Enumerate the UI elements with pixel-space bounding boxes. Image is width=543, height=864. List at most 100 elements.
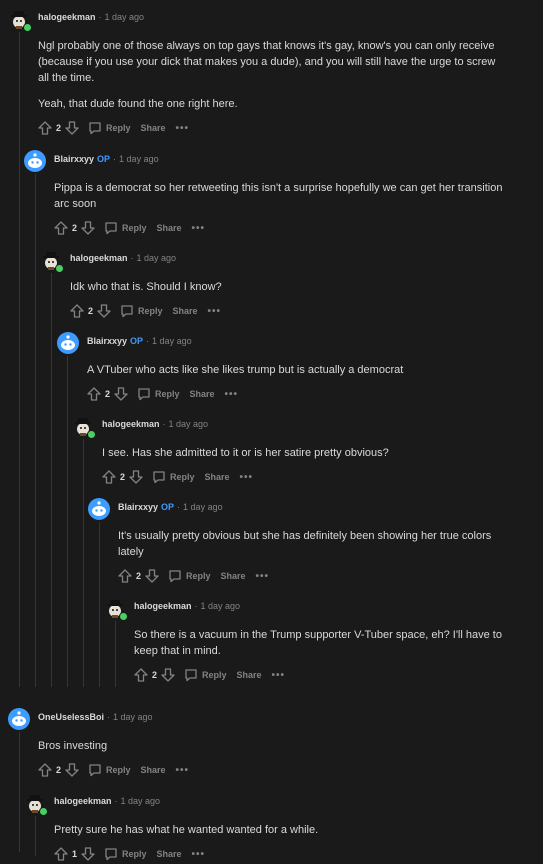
reply-button[interactable]: Reply — [152, 470, 195, 484]
comment: halogeekman · 1 day ago Ngl probably one o… — [8, 8, 508, 138]
upvote-icon[interactable] — [87, 387, 101, 401]
snoo-default-avatar[interactable] — [88, 498, 110, 520]
snoo-hat-avatar[interactable] — [8, 8, 32, 32]
snoo-hat-avatar[interactable] — [104, 597, 128, 621]
comment-actions: 2 Reply Share ••• — [70, 301, 510, 321]
downvote-icon[interactable] — [114, 387, 128, 401]
snoo-hat-avatar[interactable] — [24, 792, 48, 816]
snoo-hat-avatar[interactable] — [72, 415, 96, 439]
username[interactable]: Blairxxyy — [118, 502, 158, 512]
vote-score: 2 — [152, 670, 158, 680]
share-button[interactable]: Share — [190, 389, 215, 399]
thread-line[interactable] — [51, 273, 52, 687]
more-options-icon[interactable]: ••• — [192, 223, 206, 234]
reply-button[interactable]: Reply — [88, 121, 131, 135]
timestamp[interactable]: 1 day ago — [137, 253, 177, 263]
upvote-icon[interactable] — [70, 304, 84, 318]
more-options-icon[interactable]: ••• — [272, 670, 286, 681]
comment: halogeekman · 1 day ago Pretty sure he has… — [24, 792, 514, 864]
comment-actions: 2 Reply Share ••• — [38, 760, 508, 780]
timestamp[interactable]: 1 day ago — [113, 712, 153, 722]
more-options-icon[interactable]: ••• — [176, 123, 190, 134]
reply-button[interactable]: Reply — [104, 221, 147, 235]
downvote-icon[interactable] — [161, 668, 175, 682]
upvote-icon[interactable] — [54, 847, 68, 861]
comment-text: I see. Has she admitted to it or is her … — [102, 447, 389, 459]
online-status-icon — [23, 23, 32, 32]
downvote-icon[interactable] — [145, 569, 159, 583]
share-button[interactable]: Share — [205, 472, 230, 482]
comment-text: Bros investing — [38, 740, 108, 752]
online-status-icon — [87, 430, 96, 439]
comment-body: Pippa is a democrat so her retweeting th… — [54, 180, 514, 212]
comment: halogeekman · 1 day ago Idk who that is. S… — [40, 249, 510, 321]
more-options-icon[interactable]: ••• — [240, 472, 254, 483]
upvote-icon[interactable] — [38, 763, 52, 777]
downvote-icon[interactable] — [65, 121, 79, 135]
more-options-icon[interactable]: ••• — [192, 849, 206, 860]
separator-dot: · — [114, 796, 118, 806]
timestamp[interactable]: 1 day ago — [105, 12, 145, 22]
online-status-icon — [39, 807, 48, 816]
comment: Blairxxyy OP · 1 day ago Pippa is a democra… — [24, 150, 514, 238]
snoo-default-avatar[interactable] — [8, 708, 30, 730]
downvote-icon[interactable] — [129, 470, 143, 484]
more-options-icon[interactable]: ••• — [208, 306, 222, 317]
comment: halogeekman · 1 day ago So there is a vacu… — [104, 597, 504, 685]
comment-actions: 2 Reply Share ••• — [134, 665, 504, 685]
thread-line[interactable] — [67, 356, 68, 687]
username[interactable]: halogeekman — [102, 419, 160, 429]
reply-button[interactable]: Reply — [137, 387, 180, 401]
comment: Blairxxyy OP · 1 day ago A VTuber who acts … — [57, 332, 517, 404]
username[interactable]: halogeekman — [54, 796, 112, 806]
reply-button[interactable]: Reply — [104, 847, 147, 861]
reply-icon — [152, 470, 166, 484]
username[interactable]: Blairxxyy — [87, 336, 127, 346]
upvote-icon[interactable] — [54, 221, 68, 235]
reply-button[interactable]: Reply — [168, 569, 211, 583]
op-badge: OP — [130, 336, 144, 346]
downvote-icon[interactable] — [81, 221, 95, 235]
timestamp[interactable]: 1 day ago — [121, 796, 161, 806]
upvote-icon[interactable] — [38, 121, 52, 135]
more-options-icon[interactable]: ••• — [256, 571, 270, 582]
timestamp[interactable]: 1 day ago — [152, 336, 192, 346]
upvote-icon[interactable] — [102, 470, 116, 484]
comment-text: It's usually pretty obvious but she has … — [118, 530, 492, 558]
snoo-default-avatar[interactable] — [24, 150, 46, 172]
downvote-icon[interactable] — [97, 304, 111, 318]
timestamp[interactable]: 1 day ago — [169, 419, 209, 429]
share-button[interactable]: Share — [157, 849, 182, 859]
upvote-icon[interactable] — [134, 668, 148, 682]
username[interactable]: halogeekman — [134, 601, 192, 611]
share-button[interactable]: Share — [237, 670, 262, 680]
comment-body: Idk who that is. Should I know? — [70, 279, 510, 295]
reply-button[interactable]: Reply — [88, 763, 131, 777]
downvote-icon[interactable] — [81, 847, 95, 861]
share-button[interactable]: Share — [157, 223, 182, 233]
timestamp[interactable]: 1 day ago — [183, 502, 223, 512]
timestamp[interactable]: 1 day ago — [119, 154, 159, 164]
username[interactable]: Blairxxyy — [54, 154, 94, 164]
username[interactable]: halogeekman — [38, 12, 96, 22]
more-options-icon[interactable]: ••• — [176, 765, 190, 776]
snoo-default-avatar[interactable] — [57, 332, 79, 354]
reply-button[interactable]: Reply — [184, 668, 227, 682]
timestamp[interactable]: 1 day ago — [201, 601, 241, 611]
comment-body: A VTuber who acts like she likes trump b… — [87, 362, 517, 378]
vote-score: 2 — [136, 571, 142, 581]
snoo-hat-avatar[interactable] — [40, 249, 64, 273]
share-button[interactable]: Share — [173, 306, 198, 316]
reply-label: Reply — [106, 123, 131, 133]
share-button[interactable]: Share — [221, 571, 246, 581]
reply-button[interactable]: Reply — [120, 304, 163, 318]
share-button[interactable]: Share — [141, 123, 166, 133]
vote-score: 1 — [72, 849, 78, 859]
upvote-icon[interactable] — [118, 569, 132, 583]
username[interactable]: halogeekman — [70, 253, 128, 263]
downvote-icon[interactable] — [65, 763, 79, 777]
more-options-icon[interactable]: ••• — [225, 389, 239, 400]
thread-line[interactable] — [35, 174, 36, 687]
share-button[interactable]: Share — [141, 765, 166, 775]
username[interactable]: OneUselessBoi — [38, 712, 104, 722]
